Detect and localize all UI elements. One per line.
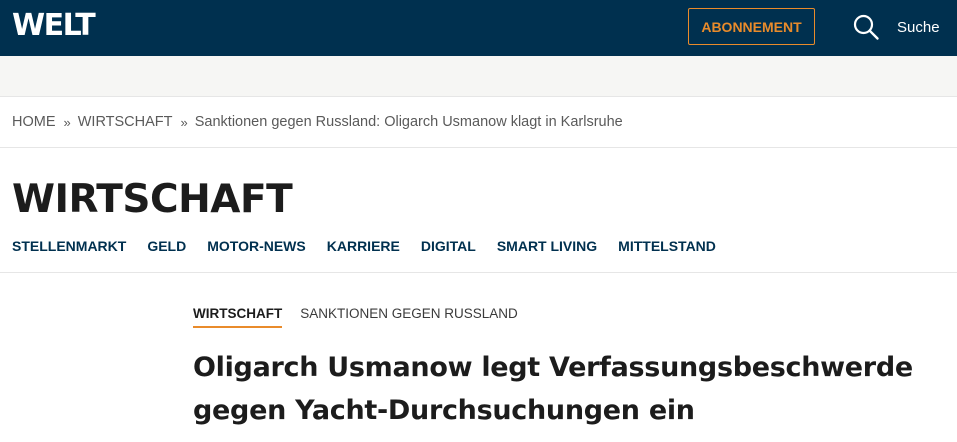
breadcrumb-current-page: Sanktionen gegen Russland: Oligarch Usma… xyxy=(194,114,623,130)
search-link[interactable]: Suche xyxy=(897,19,940,37)
subnav-karriere[interactable]: KARRIERE xyxy=(327,237,400,255)
breadcrumb: HOME » WIRTSCHAFT » Sanktionen gegen Rus… xyxy=(0,97,957,148)
breadcrumb-home[interactable]: HOME xyxy=(12,114,56,130)
kicker-section-link[interactable]: WIRTSCHAFT xyxy=(193,306,283,328)
subnav-mittelstand[interactable]: MITTELSTAND xyxy=(618,237,716,255)
breadcrumb-separator: » xyxy=(63,114,71,130)
breadcrumb-wirtschaft[interactable]: WIRTSCHAFT xyxy=(78,114,173,130)
subnav-stellenmarkt[interactable]: STELLENMARKT xyxy=(12,237,126,255)
section-title[interactable]: WIRTSCHAFT xyxy=(12,178,293,222)
article-kicker: WIRTSCHAFT SANKTIONEN GEGEN RUSSLAND xyxy=(193,306,518,328)
breadcrumb-separator: » xyxy=(180,114,188,130)
section-subnav: STELLENMARKT GELD MOTOR-NEWS KARRIERE DI… xyxy=(12,237,737,255)
subnav-smart-living[interactable]: SMART LIVING xyxy=(497,237,597,255)
subnav-motor-news[interactable]: MOTOR-NEWS xyxy=(207,237,306,255)
subscribe-button[interactable]: ABONNEMENT xyxy=(688,8,815,45)
site-header: WELT ABONNEMENT Suche xyxy=(0,0,957,56)
search-icon[interactable] xyxy=(852,13,880,41)
ad-banner-area xyxy=(0,56,957,97)
article-headline: Oligarch Usmanow legt Verfassungsbeschwe… xyxy=(193,352,913,426)
kicker-topic-link[interactable]: SANKTIONEN GEGEN RUSSLAND xyxy=(300,306,518,322)
subnav-geld[interactable]: GELD xyxy=(147,237,186,255)
welt-logo[interactable]: WELT xyxy=(12,9,96,43)
subnav-digital[interactable]: DIGITAL xyxy=(421,237,476,255)
divider xyxy=(0,272,957,273)
